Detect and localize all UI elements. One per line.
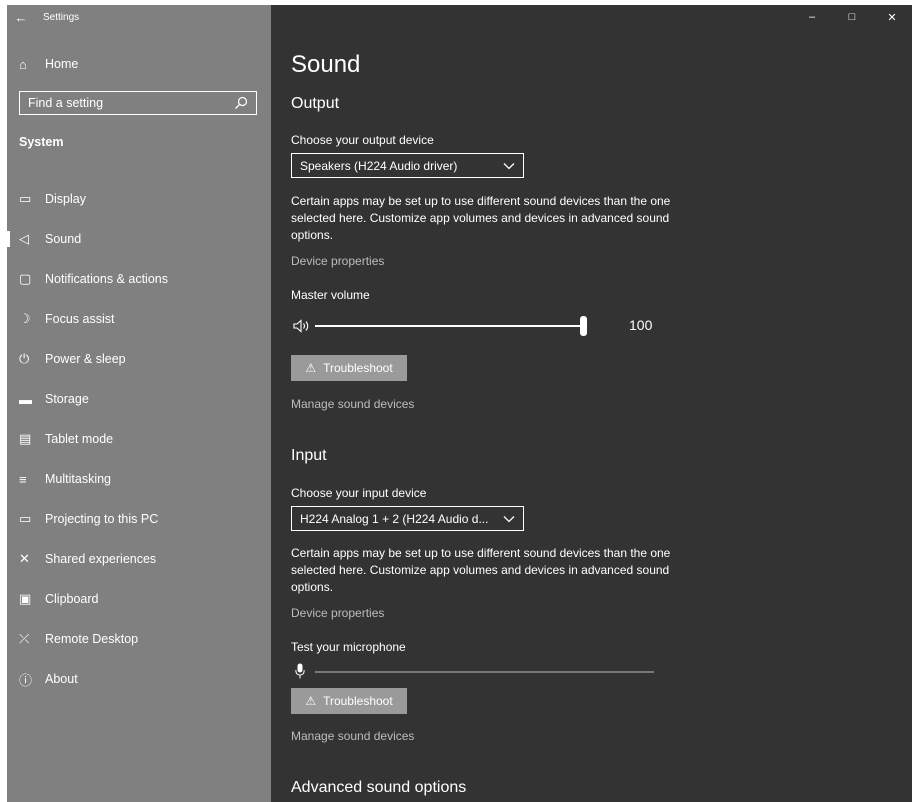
- clipboard-icon: ▣: [19, 591, 32, 606]
- output-troubleshoot-label: Troubleshoot: [323, 361, 393, 375]
- output-device-properties-link[interactable]: Device properties: [291, 254, 384, 268]
- app-title: Settings: [43, 11, 80, 23]
- master-volume-track[interactable]: [315, 325, 585, 327]
- remote-desktop-icon: ⤫: [19, 631, 30, 646]
- input-description: Certain apps may be set up to use differ…: [291, 546, 671, 594]
- chevron-down-icon: [503, 162, 515, 169]
- advanced-sound-options-heading: Advanced sound options: [291, 779, 467, 796]
- sidebar-nav-list: ▭ Display ◁ Sound ▢ Notifications & actions ☽ F…: [7, 179, 271, 699]
- master-volume-slider-thumb[interactable]: [580, 316, 587, 336]
- microphone-level-meter: [315, 671, 654, 673]
- sidebar-item-label: Remote Desktop: [45, 632, 139, 646]
- output-troubleshoot-button[interactable]: ⚠ Troubleshoot: [291, 355, 407, 381]
- title-bar: ← Settings: [7, 5, 271, 29]
- input-manage-devices-link[interactable]: Manage sound devices: [291, 729, 414, 743]
- input-troubleshoot-button[interactable]: ⚠ Troubleshoot: [291, 688, 407, 714]
- sidebar-item-notifications-actions[interactable]: ▢ Notifications & actions: [7, 259, 271, 299]
- storage-icon: ▬: [19, 391, 32, 407]
- projecting-to-this-pc-icon: ▭: [19, 511, 32, 526]
- sidebar-item-label: Storage: [45, 392, 89, 406]
- input-troubleshoot-label: Troubleshoot: [323, 694, 393, 708]
- close-icon: ✕: [887, 11, 897, 24]
- window-controls: – □ ✕: [792, 5, 912, 29]
- multitasking-icon: ≡: [19, 471, 27, 487]
- search-placeholder: Find a setting: [28, 96, 104, 110]
- page-title: Sound: [291, 51, 361, 78]
- microphone-level-row: [291, 663, 661, 683]
- output-device-dropdown[interactable]: Speakers (H224 Audio driver): [291, 153, 524, 178]
- output-device-value: Speakers (H224 Audio driver): [300, 158, 458, 173]
- tablet-mode-icon: ▤: [19, 431, 32, 446]
- main-content: – □ ✕ Sound Output Choose your output de…: [271, 5, 912, 802]
- output-manage-devices-link[interactable]: Manage sound devices: [291, 397, 414, 411]
- home-label: Home: [45, 57, 79, 71]
- input-device-value: H224 Analog 1 + 2 (H224 Audio d...: [300, 511, 489, 526]
- home-nav-item[interactable]: ⌂ Home: [7, 53, 271, 75]
- sidebar-item-label: Shared experiences: [45, 552, 157, 566]
- sidebar-item-storage[interactable]: ▬ Storage: [7, 379, 271, 419]
- microphone-icon: [295, 663, 305, 679]
- system-section-title: System: [19, 135, 64, 149]
- sidebar-item-label: Multitasking: [45, 472, 111, 486]
- back-button[interactable]: ←: [7, 5, 35, 29]
- input-heading: Input: [291, 447, 327, 464]
- sidebar-item-clipboard[interactable]: ▣ Clipboard: [7, 579, 271, 619]
- sidebar-item-projecting-to-this-pc[interactable]: ▭ Projecting to this PC: [7, 499, 271, 539]
- notifications-actions-icon: ▢: [19, 271, 32, 286]
- warning-icon: ⚠: [305, 694, 317, 708]
- output-description: Certain apps may be set up to use differ…: [291, 194, 671, 242]
- master-volume-label: Master volume: [291, 288, 370, 302]
- search-input[interactable]: Find a setting: [19, 91, 257, 115]
- close-button[interactable]: ✕: [872, 5, 912, 29]
- settings-window: ← Settings ⌂ Home Find a setting System …: [7, 5, 912, 802]
- about-icon: ⓘ: [19, 672, 33, 688]
- input-device-label: Choose your input device: [291, 486, 427, 500]
- sidebar-item-label: Notifications & actions: [45, 272, 168, 286]
- power-sleep-icon: ⏻: [19, 351, 30, 366]
- maximize-button[interactable]: □: [832, 5, 872, 29]
- sidebar-item-shared-experiences[interactable]: ✕ Shared experiences: [7, 539, 271, 579]
- test-microphone-label: Test your microphone: [291, 640, 406, 654]
- sidebar-item-label: Display: [45, 192, 86, 206]
- maximize-icon: □: [848, 11, 856, 23]
- master-volume-row: 100: [291, 315, 671, 337]
- sidebar-item-focus-assist[interactable]: ☽ Focus assist: [7, 299, 271, 339]
- master-volume-value: 100: [629, 317, 653, 333]
- back-arrow-icon: ←: [14, 9, 28, 25]
- minimize-icon: –: [808, 11, 816, 23]
- home-icon: ⌂: [19, 56, 27, 72]
- sidebar-item-label: About: [45, 672, 78, 686]
- search-icon: [235, 96, 248, 109]
- input-device-dropdown[interactable]: H224 Analog 1 + 2 (H224 Audio d...: [291, 506, 524, 531]
- sidebar-item-label: Power & sleep: [45, 352, 126, 366]
- sidebar-item-label: Projecting to this PC: [45, 512, 159, 526]
- sidebar-item-multitasking[interactable]: ≡ Multitasking: [7, 459, 271, 499]
- sidebar: ← Settings ⌂ Home Find a setting System …: [7, 5, 271, 802]
- input-device-properties-link[interactable]: Device properties: [291, 606, 384, 620]
- sidebar-item-remote-desktop[interactable]: ⤫ Remote Desktop: [7, 619, 271, 659]
- display-icon: ▭: [19, 191, 32, 206]
- sidebar-item-display[interactable]: ▭ Display: [7, 179, 271, 219]
- minimize-button[interactable]: –: [792, 5, 832, 29]
- output-device-label: Choose your output device: [291, 133, 434, 147]
- warning-icon: ⚠: [305, 361, 317, 375]
- chevron-down-icon: [503, 515, 515, 522]
- focus-assist-icon: ☽: [19, 311, 31, 326]
- output-heading: Output: [291, 95, 340, 112]
- speaker-icon: [293, 319, 309, 333]
- sound-icon: ◁: [19, 231, 29, 246]
- sidebar-item-label: Focus assist: [45, 312, 115, 326]
- sidebar-item-label: Clipboard: [45, 592, 99, 606]
- sidebar-item-tablet-mode[interactable]: ▤ Tablet mode: [7, 419, 271, 459]
- sidebar-item-power-sleep[interactable]: ⏻ Power & sleep: [7, 339, 271, 379]
- sidebar-item-sound[interactable]: ◁ Sound: [7, 219, 271, 259]
- sidebar-item-label: Sound: [45, 232, 82, 246]
- shared-experiences-icon: ✕: [19, 551, 30, 566]
- sidebar-item-label: Tablet mode: [45, 432, 114, 446]
- sidebar-item-about[interactable]: ⓘ About: [7, 659, 271, 699]
